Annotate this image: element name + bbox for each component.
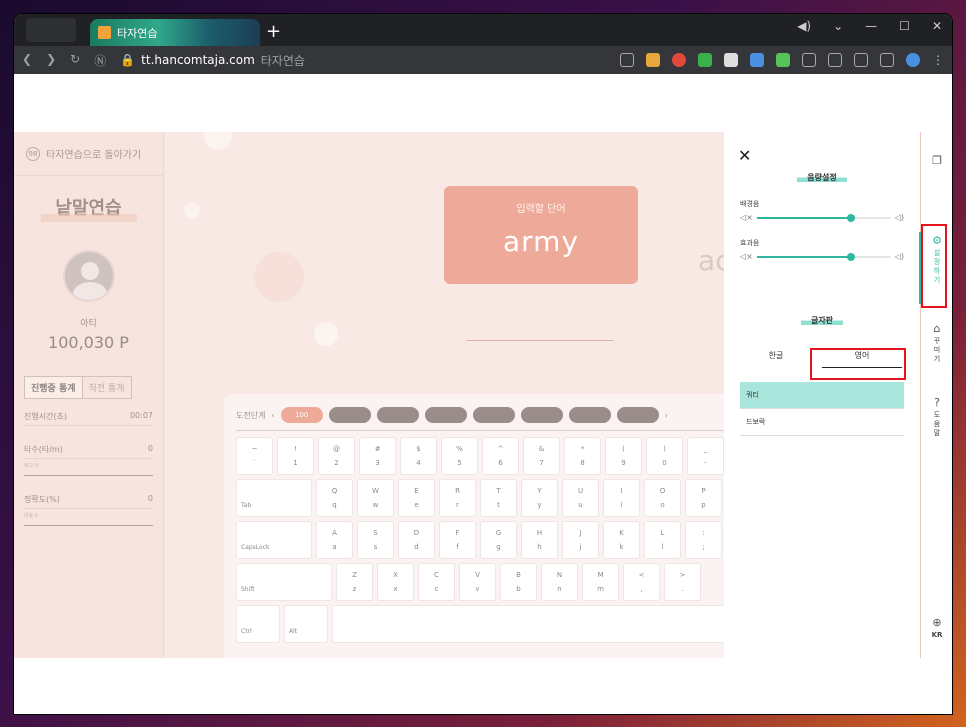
page: 98 타자연습으로 돌아가기 낱말연습 아티 100,030 P 진행중 통계 … <box>14 74 952 714</box>
sidepanel-icon[interactable] <box>880 53 894 67</box>
highlight-box <box>921 224 947 308</box>
rail-copy[interactable]: ❐ <box>921 154 952 169</box>
puzzle-icon[interactable] <box>802 53 816 67</box>
forward-icon[interactable]: ❯ <box>46 52 56 69</box>
settings-panel: ✕ 음량설정 배경음 ◁× ◁) 효과음 ◁× ◁) 글자판 한글 영어 쿼티 … <box>724 132 920 658</box>
extension-icon-4[interactable] <box>776 53 790 67</box>
download-icon[interactable] <box>828 53 842 67</box>
n-icon[interactable]: Ⓝ <box>94 52 106 69</box>
mute-icon[interactable]: ◁× <box>740 213 753 222</box>
tab-title: 타자연습 <box>117 26 158 40</box>
new-tab-button[interactable]: + <box>266 21 281 42</box>
shield-icon[interactable] <box>698 53 712 67</box>
volume-icon[interactable]: ◁) <box>895 213 904 222</box>
url-field[interactable]: 🔒 tt.hancomtaja.com 타자연습 <box>120 52 305 69</box>
overlay-dim[interactable] <box>14 132 724 658</box>
copy-icon: ❐ <box>932 154 942 167</box>
mute-icon[interactable]: ◁× <box>740 252 753 261</box>
favicon-icon <box>98 26 111 39</box>
back-icon[interactable]: ❮ <box>22 52 32 69</box>
avatar-icon[interactable] <box>906 53 920 67</box>
sfx-track[interactable] <box>756 252 891 261</box>
sfx-slider[interactable]: ◁× ◁) <box>740 252 904 261</box>
bookmark-icon[interactable] <box>646 53 660 67</box>
url-host: tt.hancomtaja.com <box>141 53 255 67</box>
address-bar: ❮ ❯ ↻ Ⓝ 🔒 tt.hancomtaja.com 타자연습 ⋮ <box>14 46 952 74</box>
rail-language[interactable]: ⊕ KR <box>921 616 952 640</box>
globe-icon: ⊕ <box>932 616 942 629</box>
reload-icon[interactable]: ↻ <box>70 52 80 69</box>
extensions: ⋮ <box>620 53 944 67</box>
extension-icon-3[interactable] <box>750 53 764 67</box>
extension-icon[interactable] <box>672 53 686 67</box>
bgm-track[interactable] <box>756 213 891 222</box>
layout-qwerty[interactable]: 쿼티 <box>740 382 904 409</box>
tab-search-icon[interactable]: ⌄ <box>833 19 843 33</box>
brush-icon: ⌂ <box>933 322 941 335</box>
lock-icon: 🔒 <box>120 53 136 67</box>
tab-korean[interactable]: 한글 <box>736 344 816 368</box>
sfx-label: 효과음 <box>740 239 760 247</box>
highlight-box <box>810 348 906 380</box>
media-icon[interactable]: ◀) <box>797 19 811 33</box>
maximize-icon[interactable]: ☐ <box>899 19 910 33</box>
browser-window: 타자연습 + ◀) ⌄ — ☐ ✕ ❮ ❯ ↻ Ⓝ 🔒 tt.hancomtaj… <box>14 14 952 714</box>
font-title: 글자판 <box>724 315 920 326</box>
browser-tab[interactable]: 타자연습 <box>90 19 260 46</box>
bgm-slider[interactable]: ◁× ◁) <box>740 213 904 222</box>
help-icon: ? <box>934 396 940 409</box>
menu-icon[interactable]: ⋮ <box>932 53 944 67</box>
close-settings-icon[interactable]: ✕ <box>738 146 751 165</box>
share-icon[interactable] <box>620 53 634 67</box>
extension-icon-2[interactable] <box>724 53 738 67</box>
bgm-label: 배경음 <box>740 200 760 208</box>
url-title: 타자연습 <box>260 53 305 68</box>
close-window-icon[interactable]: ✕ <box>932 19 942 33</box>
right-rail: ❐ ⚙ 설 정 하 기 ⌂ 꾸 미 기 ? 도 움 말 ⊕ KR <box>919 132 952 658</box>
rail-help[interactable]: ? 도 움 말 <box>921 396 952 438</box>
tab-strip: 타자연습 + ◀) ⌄ — ☐ ✕ <box>14 14 952 46</box>
layout-dvorak[interactable]: 드보락 <box>740 409 904 436</box>
sound-title: 음량설정 <box>724 172 920 183</box>
minimize-icon[interactable]: — <box>865 19 877 33</box>
window-controls: ◀) ⌄ — ☐ ✕ <box>797 19 942 33</box>
rail-decorate[interactable]: ⌂ 꾸 미 기 <box>921 322 952 364</box>
screenshot-icon[interactable] <box>854 53 868 67</box>
volume-icon[interactable]: ◁) <box>895 252 904 261</box>
profile-logo <box>26 18 76 42</box>
